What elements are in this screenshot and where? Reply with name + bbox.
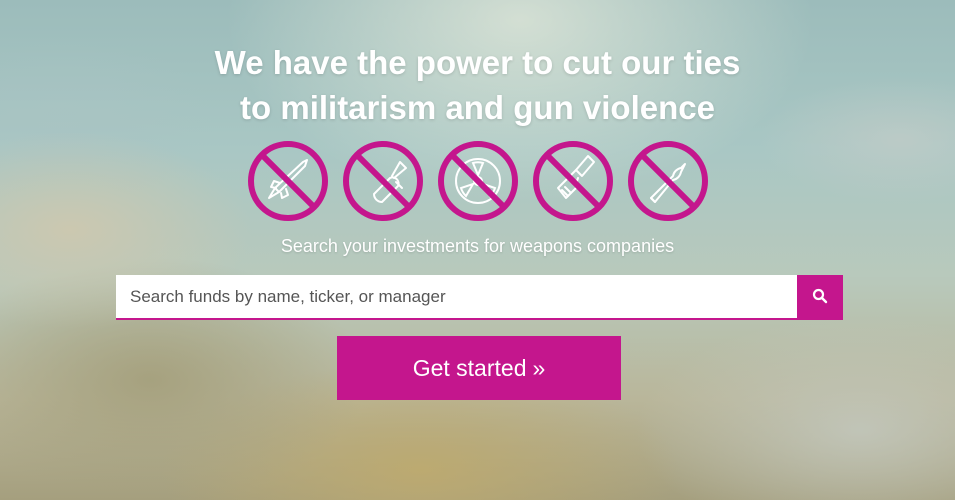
search-subtitle: Search your investments for weapons comp… [280, 236, 675, 256]
get-started-button[interactable]: Get started » [337, 336, 621, 400]
double-chevron-right-icon: » [532, 354, 546, 381]
hero-section: We have the power to cut our ties to mil… [0, 0, 955, 500]
page-headline: We have the power to cut our ties to mil… [0, 40, 955, 130]
no-handgun-icon [532, 140, 614, 222]
weapon-icons-row [0, 140, 955, 222]
headline-line-1: We have the power to cut our ties [214, 44, 741, 81]
get-started-label: Get started [412, 354, 527, 381]
search-icon [812, 288, 828, 307]
no-nuclear-icon [437, 140, 519, 222]
fund-search-form [116, 275, 843, 320]
no-missile-icon [247, 140, 329, 222]
headline-line-2: to militarism and gun violence [240, 89, 715, 126]
search-button[interactable] [797, 275, 843, 320]
fund-search-input[interactable] [116, 275, 797, 320]
no-bullet-icon [627, 140, 709, 222]
no-bomb-icon [342, 140, 424, 222]
